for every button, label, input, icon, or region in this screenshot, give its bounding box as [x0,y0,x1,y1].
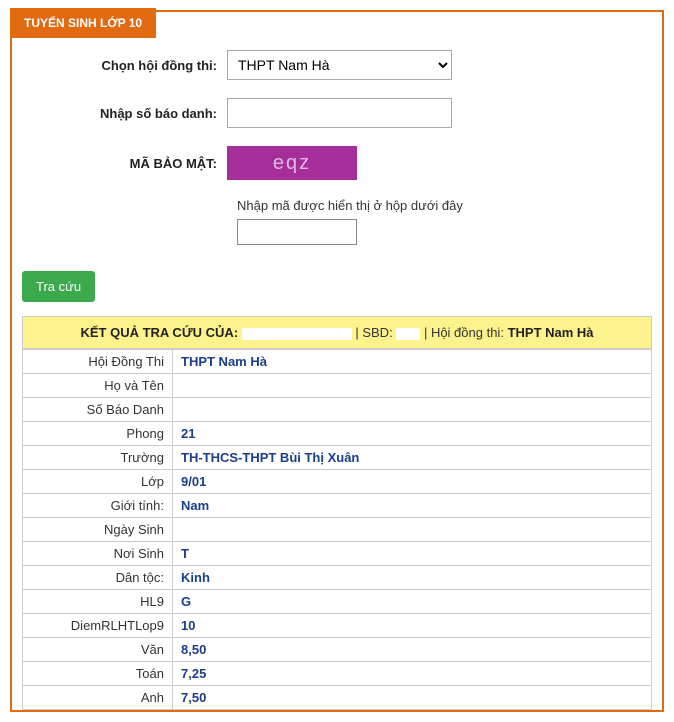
row-value: T [173,542,652,566]
row-key: Lớp [23,470,173,494]
row-key: DiemRLHTLop9 [23,614,173,638]
table-row: HL9G [23,590,652,614]
row-value: THPT Nam Hà [173,350,652,374]
row-value: 7,50 [173,686,652,710]
row-key: Nơi Sinh [23,542,173,566]
row-value: 8,50 [173,638,652,662]
result-header: KẾT QUẢ TRA CỨU CỦA: ————— | SBD: — | Hộ… [22,316,652,349]
table-row: DiemRLHTLop910 [23,614,652,638]
row-value [173,518,652,542]
table-row: Hội Đồng ThiTHPT Nam Hà [23,350,652,374]
table-row: Nơi SinhT [23,542,652,566]
row-key: Anh [23,686,173,710]
row-value: Kinh [173,566,652,590]
council-row: Chọn hội đồng thi: THPT Nam Hà [32,50,642,80]
row-value: 10 [173,614,652,638]
row-key: Phong [23,422,173,446]
table-row: Giới tính:Nam [23,494,652,518]
table-row: TrườngTH-THCS-THPT Bùi Thị Xuân [23,446,652,470]
sbd-input[interactable] [227,98,452,128]
result-header-council: THPT Nam Hà [508,325,594,340]
captcha-row: MÃ BẢO MẬT: eqz [32,146,642,180]
row-key: Toán [23,662,173,686]
row-key: Ngày Sinh [23,518,173,542]
table-row: Số Báo Danh [23,398,652,422]
sbd-row: Nhập số báo danh: [32,98,642,128]
row-value: TH-THCS-THPT Bùi Thị Xuân [173,446,652,470]
row-key: Trường [23,446,173,470]
result-header-sbd-label: SBD: [362,325,392,340]
row-key: Dân tộc: [23,566,173,590]
table-row: Văn8,50 [23,638,652,662]
lookup-form: Chọn hội đồng thi: THPT Nam Hà Nhập số b… [12,20,662,271]
council-label: Chọn hội đồng thi: [32,58,227,73]
row-value: 21 [173,422,652,446]
result-header-name: ————— [242,328,352,340]
council-select[interactable]: THPT Nam Hà [227,50,452,80]
captcha-input[interactable] [237,219,357,245]
search-button[interactable]: Tra cứu [22,271,95,302]
row-value: Nam [173,494,652,518]
row-key: Văn [23,638,173,662]
row-value: 9/01 [173,470,652,494]
sep2: | [424,325,431,340]
sbd-label: Nhập số báo danh: [32,106,227,121]
table-row: Họ và Tên [23,374,652,398]
table-row: Anh7,50 [23,686,652,710]
table-row: Dân tộc:Kinh [23,566,652,590]
captcha-image: eqz [227,146,357,180]
row-key: Hội Đồng Thi [23,350,173,374]
row-key: Số Báo Danh [23,398,173,422]
table-row: Toán7,25 [23,662,652,686]
row-value [173,398,652,422]
row-key: HL9 [23,590,173,614]
table-row: Lớp9/01 [23,470,652,494]
row-key: Giới tính: [23,494,173,518]
table-row: Ngày Sinh [23,518,652,542]
result-header-prefix: KẾT QUẢ TRA CỨU CỦA: [80,325,238,340]
result-header-council-label: Hội đồng thi: [431,325,504,340]
table-row: Phong21 [23,422,652,446]
row-value [173,374,652,398]
captcha-label: MÃ BẢO MẬT: [32,156,227,171]
panel-tab: TUYỂN SINH LỚP 10 [10,8,156,38]
result-table: Hội Đồng ThiTHPT Nam HàHọ và TênSố Báo D… [22,349,652,710]
result-header-sbd: — [396,328,420,340]
row-key: Họ và Tên [23,374,173,398]
row-value: G [173,590,652,614]
captcha-hint: Nhập mã được hiển thị ở hộp dưới đây [237,198,642,213]
row-value: 7,25 [173,662,652,686]
